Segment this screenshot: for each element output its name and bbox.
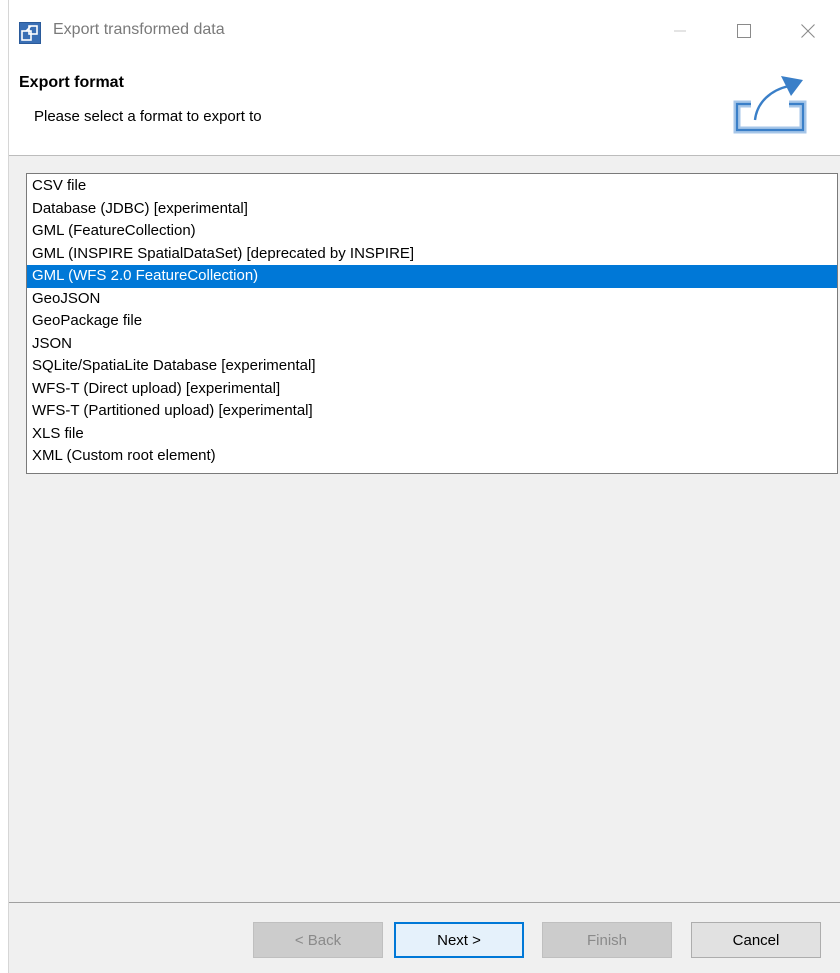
list-item[interactable]: GML (FeatureCollection) — [27, 220, 837, 243]
close-button[interactable] — [785, 14, 831, 48]
list-item[interactable]: WFS-T (Partitioned upload) [experimental… — [27, 400, 837, 423]
cancel-button[interactable]: Cancel — [691, 922, 821, 958]
close-icon — [801, 24, 815, 38]
window-title: Export transformed data — [53, 21, 225, 38]
minimize-icon — [674, 30, 686, 32]
export-dialog: Export transformed data Export format Pl… — [8, 0, 840, 973]
finish-button[interactable]: Finish — [542, 922, 672, 958]
page-title: Export format — [19, 74, 124, 91]
title-bar[interactable]: Export transformed data — [9, 0, 840, 62]
list-item[interactable]: GeoPackage file — [27, 310, 837, 333]
list-item[interactable]: GML (WFS 2.0 FeatureCollection) — [27, 265, 837, 288]
list-item[interactable]: CSV file — [27, 175, 837, 198]
back-button[interactable]: < Back — [253, 922, 383, 958]
list-item[interactable]: GML (INSPIRE SpatialDataSet) [deprecated… — [27, 243, 837, 266]
page-description: Please select a format to export to — [34, 108, 262, 125]
list-item[interactable]: Database (JDBC) [experimental] — [27, 198, 837, 221]
list-item[interactable]: XML (Custom root element) — [27, 445, 837, 468]
next-button[interactable]: Next > — [394, 922, 524, 958]
button-bar-divider — [9, 902, 840, 903]
list-item[interactable]: GeoJSON — [27, 288, 837, 311]
list-item[interactable]: SQLite/SpatiaLite Database [experimental… — [27, 355, 837, 378]
export-icon — [733, 76, 807, 134]
minimize-button[interactable] — [657, 14, 703, 48]
maximize-icon — [737, 24, 751, 38]
list-item[interactable]: JSON — [27, 333, 837, 356]
export-format-list[interactable]: CSV file Database (JDBC) [experimental] GM… — [26, 173, 838, 474]
dialog-app-icon — [19, 22, 41, 44]
list-item[interactable]: XLS file — [27, 423, 837, 446]
maximize-button[interactable] — [721, 14, 767, 48]
wizard-header: Export format Please select a format to … — [9, 62, 840, 156]
list-item[interactable]: WFS-T (Direct upload) [experimental] — [27, 378, 837, 401]
